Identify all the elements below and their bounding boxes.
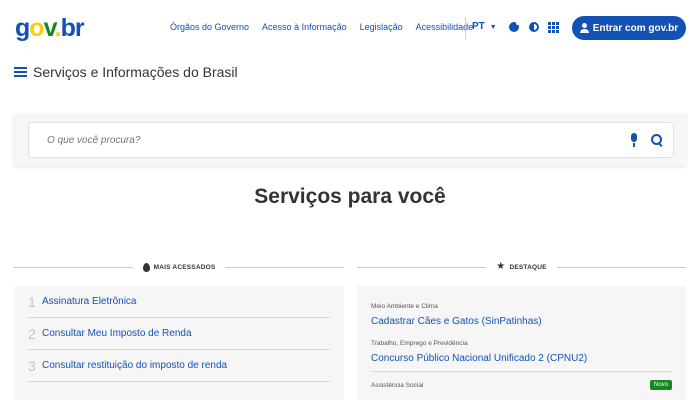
list-item[interactable]: 3 Consultar restituição do imposto de re… bbox=[28, 350, 330, 382]
service-link[interactable]: Consultar restituição do imposto de rend… bbox=[42, 360, 227, 371]
highlight-category: Assistência Social bbox=[371, 381, 424, 389]
rank-number: 3 bbox=[28, 357, 36, 374]
chevron-down-icon: ▼ bbox=[489, 24, 497, 31]
fire-icon bbox=[142, 262, 150, 272]
search-panel bbox=[14, 114, 686, 166]
language-selector[interactable]: PT ▼ bbox=[472, 21, 497, 32]
apps-grid-icon[interactable] bbox=[546, 20, 560, 34]
user-icon bbox=[579, 23, 589, 33]
highlight-link[interactable]: Concurso Público Nacional Unificado 2 (C… bbox=[371, 353, 672, 364]
highlight-divider: ★ DESTAQUE bbox=[357, 261, 686, 273]
site-title: Serviços e Informações do Brasil bbox=[33, 64, 238, 80]
login-button-label: Entrar com gov.br bbox=[592, 22, 679, 34]
rank-number: 2 bbox=[28, 325, 36, 342]
link-orgaos-governo[interactable]: Órgãos do Governo bbox=[170, 22, 249, 32]
search-icon[interactable] bbox=[651, 134, 663, 146]
top-header: gov.br Órgãos do Governo Acesso à Inform… bbox=[0, 0, 700, 56]
link-acesso-informacao[interactable]: Acesso à Informação bbox=[262, 22, 347, 32]
list-item[interactable]: 2 Consultar Meu Imposto de Renda bbox=[28, 318, 330, 350]
highlight-link[interactable]: Cadastrar Cães e Gatos (SinPatinhas) bbox=[371, 316, 672, 327]
most-accessed-label: MAIS ACESSADOS bbox=[153, 263, 216, 271]
main-menu-toggle[interactable]: Serviços e Informações do Brasil bbox=[14, 64, 238, 80]
star-icon: ★ bbox=[496, 261, 506, 272]
top-links: Órgãos do Governo Acesso à Informação Le… bbox=[170, 22, 473, 32]
service-link[interactable]: Assinatura Eletrônica bbox=[42, 296, 137, 307]
search-input[interactable] bbox=[47, 134, 629, 146]
search-box bbox=[28, 122, 674, 158]
link-legislacao[interactable]: Legislação bbox=[360, 22, 403, 32]
highlight-category: Meio Ambiente e Clima bbox=[371, 303, 438, 310]
hamburger-menu-icon bbox=[14, 67, 27, 77]
rank-number: 1 bbox=[28, 293, 36, 310]
highlights-card: Meio Ambiente e Clima Cadastrar Cães e G… bbox=[357, 286, 686, 400]
microphone-icon[interactable] bbox=[629, 133, 639, 147]
highlight-item[interactable]: Meio Ambiente e Clima Cadastrar Cães e G… bbox=[371, 286, 672, 327]
most-accessed-card: 1 Assinatura Eletrônica 2 Consultar Meu … bbox=[14, 286, 344, 400]
cookie-icon[interactable] bbox=[507, 20, 521, 34]
highlight-item[interactable]: Trabalho, Emprego e Previdência Concurso… bbox=[371, 327, 672, 364]
most-accessed-divider: MAIS ACESSADOS bbox=[14, 261, 345, 273]
list-item[interactable]: 1 Assinatura Eletrônica bbox=[28, 286, 330, 318]
language-label: PT bbox=[472, 21, 485, 32]
services-heading: Serviços para você bbox=[254, 185, 446, 208]
govbr-logo[interactable]: gov.br bbox=[15, 14, 85, 42]
highlight-category: Trabalho, Emprego e Previdência bbox=[371, 340, 468, 347]
header-divider bbox=[465, 17, 466, 39]
highlight-label: DESTAQUE bbox=[509, 263, 547, 271]
new-badge: Novo bbox=[650, 380, 672, 390]
login-button[interactable]: Entrar com gov.br bbox=[572, 16, 686, 40]
service-link[interactable]: Consultar Meu Imposto de Renda bbox=[42, 328, 192, 339]
highlight-item[interactable]: Assistência Social Novo bbox=[371, 372, 672, 390]
contrast-icon[interactable] bbox=[527, 20, 541, 34]
